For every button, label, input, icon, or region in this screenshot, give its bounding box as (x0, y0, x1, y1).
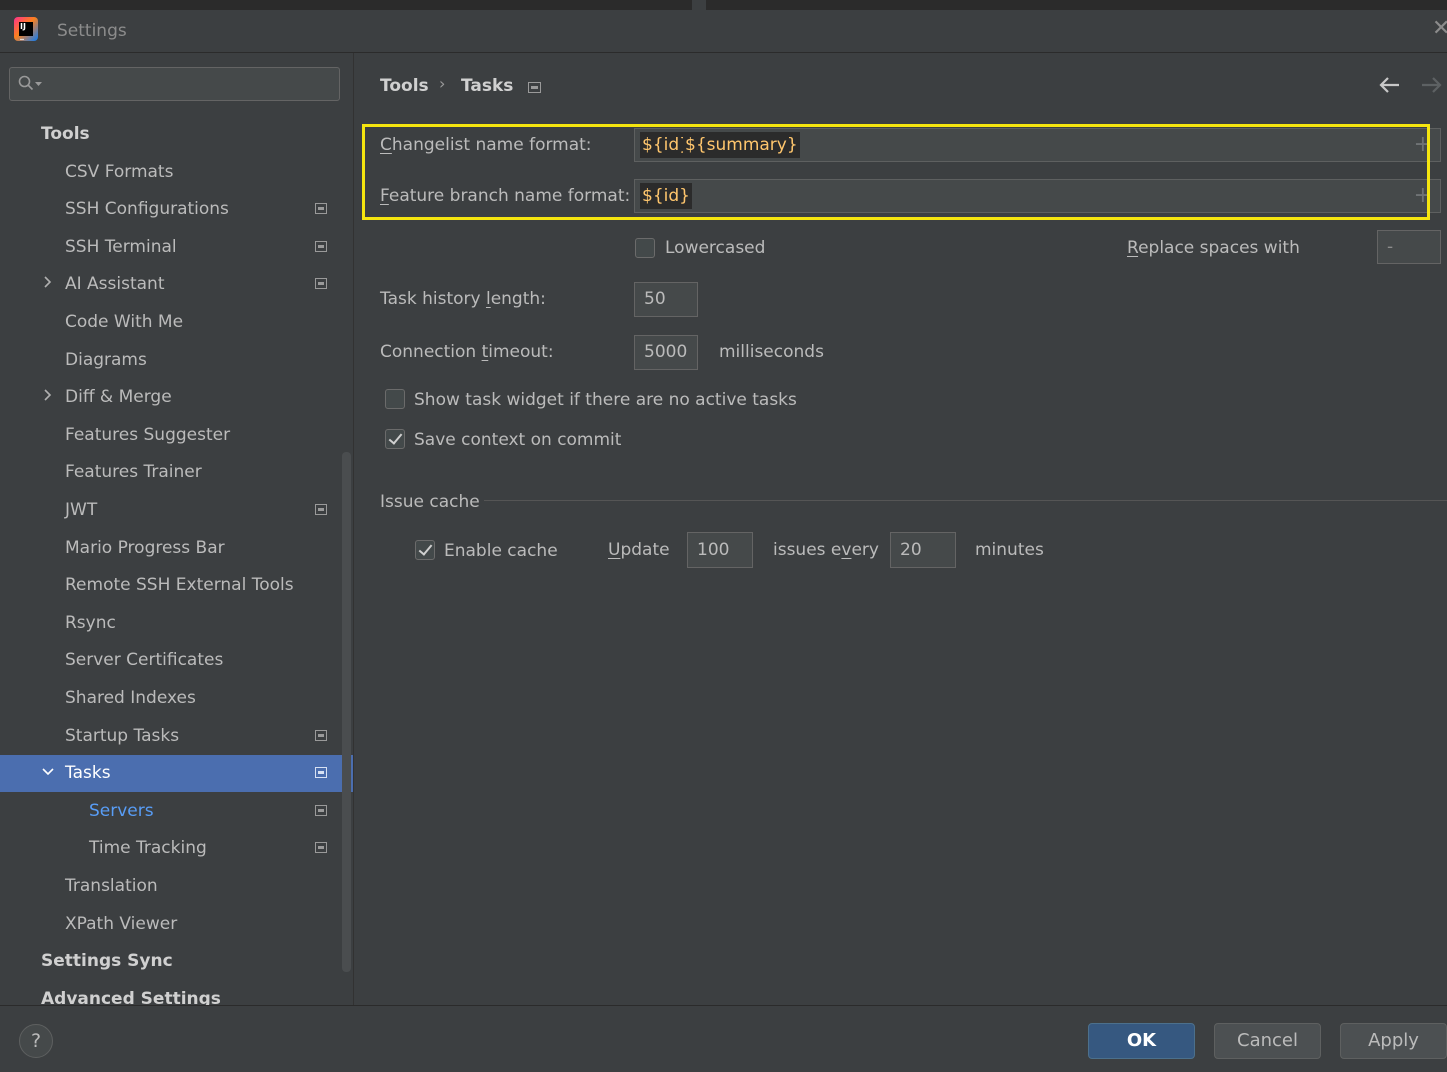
project-scope-icon (315, 767, 327, 778)
connection-timeout-field[interactable]: 5000 (634, 335, 698, 370)
sidebar-item-tasks[interactable]: Tasks (0, 755, 353, 792)
breadcrumb-separator-icon: › (439, 74, 446, 93)
sidebar-item-label: CSV Formats (65, 162, 174, 182)
search-input[interactable] (9, 67, 340, 101)
project-scope-icon (315, 241, 327, 252)
issues-every-label: issues every (773, 540, 879, 560)
sidebar-item-label: SSH Configurations (65, 199, 229, 219)
close-icon[interactable]: ✕ (1432, 18, 1447, 40)
sidebar-item-label: SSH Terminal (65, 237, 177, 257)
issue-cache-title: Issue cache (380, 492, 480, 512)
sidebar-item-time-tracking[interactable]: Time Tracking (0, 830, 353, 867)
sidebar-item-label: Tools (41, 124, 90, 144)
sidebar-item-label: Remote SSH External Tools (65, 575, 294, 595)
back-arrow-icon[interactable] (1378, 74, 1402, 96)
sidebar-item-mario-progress-bar[interactable]: Mario Progress Bar (0, 530, 353, 567)
sidebar-item-label: JWT (65, 500, 98, 520)
highlight-annotation (362, 124, 1430, 220)
sidebar-item-label: Diff & Merge (65, 387, 172, 407)
project-scope-icon (315, 203, 327, 214)
sidebar-item-ai-assistant[interactable]: AI Assistant (0, 266, 353, 303)
sidebar-item-label: Diagrams (65, 350, 147, 370)
page-title: Tasks (461, 76, 514, 96)
intellij-logo-icon: IJ _ (14, 17, 38, 41)
background-window-divider (692, 0, 706, 10)
section-divider (484, 500, 1447, 501)
search-icon[interactable] (18, 75, 34, 91)
sidebar-item-server-certificates[interactable]: Server Certificates (0, 642, 353, 679)
sidebar-item-label: XPath Viewer (65, 914, 178, 934)
update-interval-field[interactable]: 20 (890, 532, 956, 568)
sidebar-item-rsync[interactable]: Rsync (0, 605, 353, 642)
sidebar-scrollbar[interactable] (342, 452, 351, 972)
sidebar-item-features-trainer[interactable]: Features Trainer (0, 454, 353, 491)
sidebar-item-label: Tasks (65, 763, 111, 783)
chevron-right-icon[interactable] (41, 266, 55, 303)
project-scope-icon (315, 504, 327, 515)
sidebar-item-shared-indexes[interactable]: Shared Indexes (0, 680, 353, 717)
replace-spaces-label: Replace spaces with (1127, 238, 1300, 258)
sidebar-item-label: Translation (65, 876, 158, 896)
project-scope-icon (315, 278, 327, 289)
sidebar-item-label: Time Tracking (89, 838, 207, 858)
lowercased-label: Lowercased (665, 238, 766, 258)
lowercased-checkbox[interactable] (635, 238, 655, 258)
sidebar-item-jwt[interactable]: JWT (0, 492, 353, 529)
cancel-button[interactable]: Cancel (1214, 1023, 1321, 1059)
connection-timeout-label: Connection timeout: (380, 342, 554, 362)
save-context-label: Save context on commit (414, 430, 622, 450)
project-scope-icon (528, 82, 541, 93)
sidebar-item-xpath-viewer[interactable]: XPath Viewer (0, 906, 353, 943)
help-button[interactable]: ? (19, 1024, 53, 1058)
sidebar-item-label: Features Suggester (65, 425, 231, 445)
sidebar-item-diagrams[interactable]: Diagrams (0, 342, 353, 379)
sidebar-item-label: Code With Me (65, 312, 184, 332)
enable-cache-checkbox[interactable] (415, 540, 435, 560)
sidebar-item-diff-merge[interactable]: Diff & Merge (0, 379, 353, 416)
enable-cache-label: Enable cache (444, 541, 558, 561)
sidebar-item-label: Server Certificates (65, 650, 224, 670)
sidebar-item-code-with-me[interactable]: Code With Me (0, 304, 353, 341)
search-history-chevron-icon[interactable] (35, 82, 42, 87)
sidebar-item-startup-tasks[interactable]: Startup Tasks (0, 718, 353, 755)
project-scope-icon (315, 842, 327, 853)
show-task-widget-label: Show task widget if there are no active … (414, 390, 797, 410)
sidebar-item-label: Shared Indexes (65, 688, 196, 708)
chevron-right-icon[interactable] (41, 379, 55, 416)
sidebar-item-label: AI Assistant (65, 274, 165, 294)
timeout-unit-label: milliseconds (719, 342, 824, 362)
sidebar-item-remote-ssh-external-tools[interactable]: Remote SSH External Tools (0, 567, 353, 604)
sidebar-item-label: Startup Tasks (65, 726, 180, 746)
sidebar-item-label: Settings Sync (41, 951, 173, 971)
save-context-checkbox[interactable] (385, 429, 405, 449)
sidebar-item-label: Rsync (65, 613, 116, 633)
task-history-label: Task history length: (380, 289, 546, 309)
sidebar-item-csv-formats[interactable]: CSV Formats (0, 154, 353, 191)
ok-button[interactable]: OK (1088, 1023, 1195, 1059)
sidebar-item-label: Servers (89, 801, 154, 821)
sidebar-item-servers[interactable]: Servers (0, 793, 353, 830)
apply-button[interactable]: Apply (1340, 1023, 1447, 1059)
sidebar-item-tools[interactable]: Tools (0, 116, 353, 153)
project-scope-icon (315, 730, 327, 741)
breadcrumb-parent[interactable]: Tools (380, 76, 429, 96)
minutes-label: minutes (975, 540, 1044, 560)
update-label: Update (608, 540, 670, 560)
project-scope-icon (315, 805, 327, 816)
background-window-strip (0, 0, 1447, 10)
sidebar-item-settings-sync[interactable]: Settings Sync (0, 943, 353, 980)
chevron-down-icon[interactable] (41, 755, 55, 792)
forward-arrow-icon[interactable] (1419, 74, 1443, 96)
show-task-widget-checkbox[interactable] (385, 389, 405, 409)
sidebar-item-ssh-configurations[interactable]: SSH Configurations (0, 191, 353, 228)
sidebar-item-ssh-terminal[interactable]: SSH Terminal (0, 229, 353, 266)
update-count-field[interactable]: 100 (687, 532, 753, 568)
sidebar-item-label: Mario Progress Bar (65, 538, 225, 558)
replace-spaces-field[interactable]: - (1377, 230, 1441, 264)
sidebar-item-features-suggester[interactable]: Features Suggester (0, 417, 353, 454)
sidebar-item-translation[interactable]: Translation (0, 868, 353, 905)
sidebar-item-label: Features Trainer (65, 462, 202, 482)
window-title: Settings (57, 21, 127, 41)
task-history-field[interactable]: 50 (634, 282, 698, 317)
